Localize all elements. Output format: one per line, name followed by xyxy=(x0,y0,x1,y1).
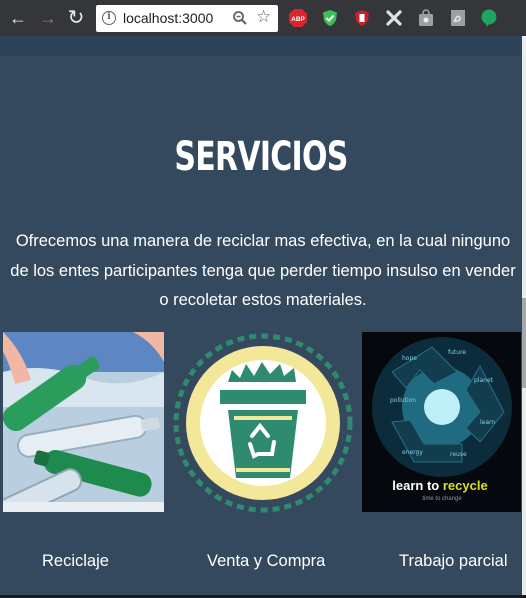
recycling-bottles-image xyxy=(3,332,164,512)
pdf-extension-icon[interactable] xyxy=(449,9,467,27)
service-label-reciclaje: Reciclaje xyxy=(42,552,109,570)
learn-to-recycle-image: hope future pollution planet learn energ… xyxy=(362,332,521,512)
svg-text:future: future xyxy=(448,349,466,356)
section-description: Ofrecemos una manera de reciclar mas efe… xyxy=(10,232,516,309)
bottles-illustration xyxy=(3,332,164,512)
svg-text:learn: learn xyxy=(480,419,495,426)
recycle-poster-art: hope future pollution planet learn energ… xyxy=(362,332,521,512)
shield-extension-icon[interactable] xyxy=(321,9,339,27)
forward-icon[interactable]: → xyxy=(36,6,60,30)
leaf-extension-icon[interactable] xyxy=(480,9,498,27)
recycle-bin-icon xyxy=(173,333,353,513)
svg-text:hope: hope xyxy=(402,355,417,362)
puzzle-extension-icon[interactable] xyxy=(385,9,403,27)
poster-tagline: time to change xyxy=(422,496,462,502)
address-bar[interactable]: i localhost:3000 ☆ xyxy=(96,5,278,32)
header-strip xyxy=(0,36,522,56)
service-label-venta-compra: Venta y Compra xyxy=(207,552,326,570)
bag-extension-icon[interactable] xyxy=(417,9,435,27)
section-title: SERVICIOS xyxy=(174,134,348,180)
svg-text:ABP: ABP xyxy=(291,16,305,23)
svg-text:pollution: pollution xyxy=(390,397,416,404)
page-scrollbar[interactable] xyxy=(522,36,526,595)
service-label-trabajo-parcial: Trabajo parcial xyxy=(399,552,508,570)
svg-text:reuse: reuse xyxy=(450,451,467,458)
poster-headline: learn to recycle xyxy=(392,478,487,493)
svg-text:energy: energy xyxy=(402,449,423,456)
services-section: SERVICIOS Ofrecemos una manera de recicl… xyxy=(0,36,522,595)
adblock-extension-icon[interactable]: ABP xyxy=(289,9,307,27)
bookmark-star-icon[interactable]: ☆ xyxy=(256,7,271,27)
scrollbar-thumb[interactable] xyxy=(522,298,526,388)
site-info-icon[interactable]: i xyxy=(102,11,116,25)
browser-toolbar: ← → ↻ i localhost:3000 ☆ ABP xyxy=(0,0,526,36)
zoom-icon[interactable] xyxy=(232,10,248,26)
ublock-extension-icon[interactable] xyxy=(353,9,371,27)
reload-icon[interactable]: ↻ xyxy=(64,6,88,30)
address-url[interactable]: localhost:3000 xyxy=(123,10,213,26)
back-icon[interactable]: ← xyxy=(6,6,30,30)
svg-text:planet: planet xyxy=(474,377,494,384)
